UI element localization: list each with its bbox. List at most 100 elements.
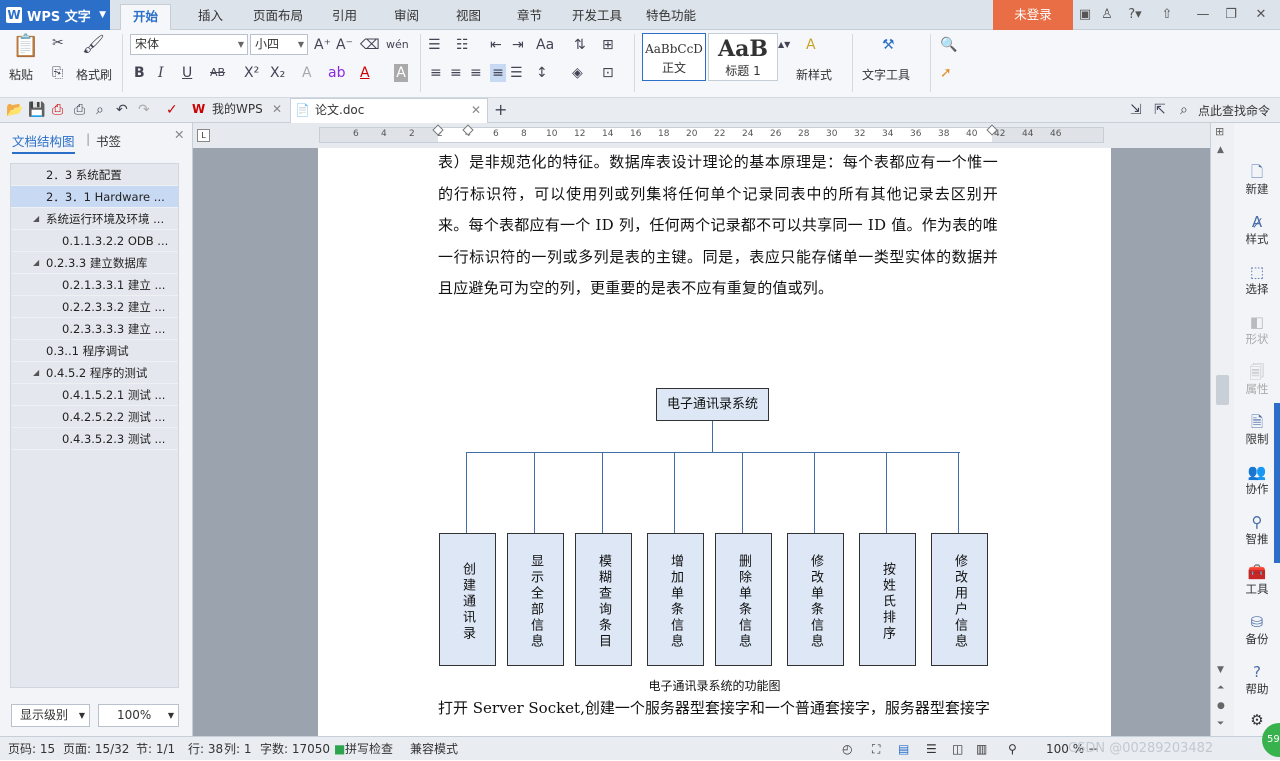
prev-page-icon[interactable]: ⏶	[1217, 683, 1224, 693]
expand-triangle-icon[interactable]: ◢	[33, 362, 39, 383]
line-spacing-icon[interactable]: ↕	[536, 64, 548, 82]
shape-button[interactable]: ◧ 形状	[1234, 313, 1280, 347]
select-cursor-icon[interactable]: ➚	[940, 64, 952, 82]
next-page-icon[interactable]: ⏷	[1217, 719, 1224, 729]
bold-icon[interactable]: B	[134, 64, 145, 82]
horizontal-ruler[interactable]: 6422468101214161820222426283032343638404…	[319, 124, 1104, 143]
tab-bookmark[interactable]: 书签	[96, 131, 121, 150]
expand-triangle-icon[interactable]: ◢	[33, 208, 39, 229]
phonetic-icon[interactable]: wén	[386, 36, 409, 54]
outline-item-selected[interactable]: 2．3．1 Hardware ...	[11, 186, 178, 208]
outline-item[interactable]: ◢ 0.4.5.2 程序的测试	[11, 362, 178, 384]
outline-item[interactable]: 0.2.3.3.3.3 建立 ...	[11, 318, 178, 340]
align-center-icon[interactable]: ≡	[450, 64, 462, 82]
grow-font-icon[interactable]: A⁺	[314, 36, 331, 54]
table-border-icon[interactable]: ⊞	[602, 36, 614, 54]
paste-label[interactable]: 粘贴	[9, 66, 33, 83]
tab-developer[interactable]: 开发工具	[560, 4, 634, 30]
underline-icon[interactable]: U	[182, 64, 192, 82]
undo-icon[interactable]: ↶	[116, 101, 128, 119]
revision-icon[interactable]: ◴	[842, 737, 852, 761]
style-heading-1[interactable]: AaB 标题 1	[708, 33, 778, 81]
tab-review[interactable]: 审阅	[382, 4, 431, 30]
justify-icon[interactable]: ≡	[490, 64, 506, 82]
tab-chapter[interactable]: 章节	[505, 4, 554, 30]
select-button[interactable]: ⬚ 选择	[1234, 263, 1280, 297]
tab-my-wps[interactable]: W 我的WPS ✕	[188, 98, 288, 123]
outline-item[interactable]: 0.4.3.5.2.3 测试 ...	[11, 428, 178, 450]
tab-outline[interactable]: 文档结构图	[12, 131, 75, 154]
search-icon[interactable]: ⌕	[1180, 101, 1188, 119]
minimize-icon[interactable]: —	[1194, 6, 1212, 24]
cut-icon[interactable]: ✂	[52, 34, 64, 52]
close-tab-icon[interactable]: ✕	[272, 98, 282, 121]
decrease-indent-icon[interactable]: ⇤	[490, 36, 502, 54]
char-shading-icon[interactable]: A	[394, 64, 408, 82]
text-tools-label[interactable]: 文字工具	[862, 66, 910, 83]
body-paragraph[interactable]: 打开 Server Socket,创建一个服务器型套接字和一个普通套接字，服务器…	[438, 693, 998, 725]
pdf-icon[interactable]: ⎙	[52, 101, 63, 119]
outline-item[interactable]: 2．3 系统配置	[11, 164, 178, 186]
close-panel-icon[interactable]: ✕	[174, 127, 184, 142]
sort-icon[interactable]: ⇅	[574, 36, 586, 54]
superscript-icon[interactable]: X²	[244, 64, 259, 82]
numbered-list-icon[interactable]: ☷	[456, 36, 469, 54]
outline-item[interactable]: 0.4.2.5.2.2 测试 ...	[11, 406, 178, 428]
tab-thesis-doc[interactable]: 📄 论文.doc ✕	[290, 98, 488, 123]
status-page-count[interactable]: 页面: 15/32	[63, 737, 129, 761]
open-folder-icon[interactable]: 📂	[6, 101, 23, 119]
expand-triangle-icon[interactable]: ◢	[33, 252, 39, 273]
document-page[interactable]: 表）是非规范化的特征。数据库表设计理论的基本原理是：每个表都应有一个惟一的行标识…	[318, 148, 1111, 736]
web-view-icon[interactable]: ◫	[952, 737, 963, 761]
outline-level-select[interactable]: 显示级别 ▼	[11, 704, 90, 727]
fullscreen-icon[interactable]: ⛶	[872, 737, 880, 761]
close-icon[interactable]: ✕	[1252, 6, 1270, 24]
text-tools-icon[interactable]: ⚒	[882, 36, 895, 54]
tab-insert[interactable]: 插入	[186, 4, 235, 30]
find-command-label[interactable]: 点此查找命令	[1198, 102, 1270, 119]
scroll-down-icon[interactable]: ▼	[1217, 665, 1224, 675]
select-browse-icon[interactable]: ●	[1217, 701, 1225, 711]
preview-icon[interactable]: ⌕	[96, 101, 104, 119]
outline-item[interactable]: 0.2.1.3.3.1 建立 ...	[11, 274, 178, 296]
align-right-icon[interactable]: ≡	[470, 64, 482, 82]
backup-button[interactable]: ⛁ 备份	[1234, 613, 1280, 647]
outline-item[interactable]: ◢ 0.2.3.3 建立数据库	[11, 252, 178, 274]
strikethrough-icon[interactable]: AB	[210, 64, 225, 82]
help-menu-icon[interactable]: ?▾	[1123, 6, 1147, 24]
clear-format-icon[interactable]: ⌫	[360, 36, 380, 54]
redo-icon[interactable]: ↷	[138, 101, 150, 119]
new-tab-icon[interactable]: +	[494, 101, 507, 119]
help-button[interactable]: ? 帮助	[1234, 663, 1280, 697]
scroll-thumb[interactable]	[1216, 375, 1229, 405]
shrink-font-icon[interactable]: A⁻	[336, 36, 353, 54]
font-color-icon[interactable]: A	[360, 64, 370, 82]
skin-icon[interactable]: ▣	[1076, 6, 1094, 24]
increase-indent-icon[interactable]: ⇥	[512, 36, 524, 54]
tab-page-layout[interactable]: 页面布局	[241, 4, 315, 30]
tab-special[interactable]: 特色功能	[634, 4, 708, 30]
new-button[interactable]: 🗋 新建	[1234, 163, 1280, 197]
close-tab-icon[interactable]: ✕	[471, 99, 481, 122]
zoom-icon[interactable]: ⚲	[1008, 737, 1017, 761]
tab-stop-icon[interactable]: L	[197, 129, 210, 142]
outline-item[interactable]: 0.3..1 程序调试	[11, 340, 178, 362]
print-icon[interactable]: ⎙	[74, 101, 85, 119]
toolbox-button[interactable]: 🧰 工具	[1234, 563, 1280, 597]
italic-icon[interactable]: I	[158, 64, 164, 82]
app-menu-button[interactable]: W WPS 文字 ▼	[0, 0, 110, 30]
scroll-up-icon[interactable]: ▲	[1217, 145, 1224, 155]
bullet-list-icon[interactable]: ☰	[428, 36, 441, 54]
panel-toggle-icon[interactable]: ⊞	[1215, 125, 1224, 138]
new-style-icon[interactable]: A	[806, 36, 816, 54]
save-icon[interactable]: 💾	[28, 101, 45, 119]
status-spell-check[interactable]: 拼写检查	[345, 737, 393, 761]
vertical-scrollbar[interactable]: ⊞ ▲ ▼ ⏶ ● ⏷	[1210, 123, 1234, 736]
style-button[interactable]: A̷ 样式	[1234, 213, 1280, 247]
status-word-count[interactable]: 字数: 17050	[260, 737, 330, 761]
outline-item[interactable]: ◢ 系统运行环境及环境 ...	[11, 208, 178, 230]
brush-icon[interactable]: 🖌	[82, 36, 105, 54]
outline-view-icon[interactable]: ☰	[926, 737, 937, 761]
upload-icon[interactable]: ⇧	[1158, 6, 1176, 24]
outline-item[interactable]: 0.2.2.3.3.2 建立 ...	[11, 296, 178, 318]
